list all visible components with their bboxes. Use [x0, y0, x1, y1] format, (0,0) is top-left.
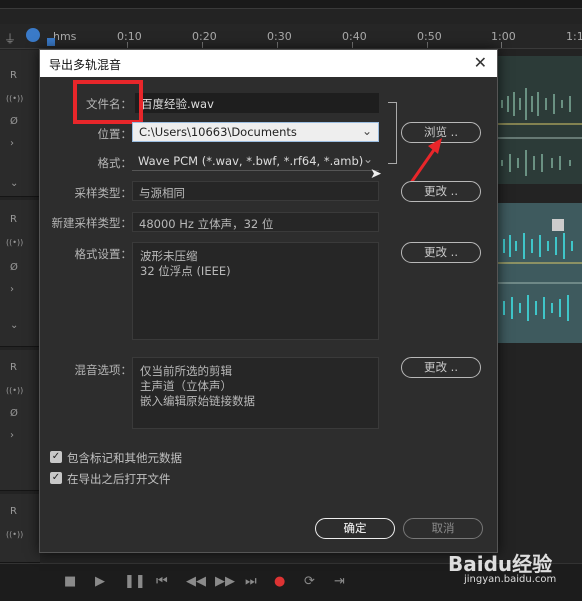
- timeline-label-2: 0:20: [192, 30, 217, 43]
- bracket-line: [388, 102, 397, 164]
- ok-button[interactable]: 确定: [315, 518, 395, 539]
- sample-type-label: 采样类型：: [74, 186, 133, 200]
- waveform: [496, 233, 582, 321]
- sample-type-value: 与源相同: [139, 186, 185, 200]
- new-sample-type-label: 新建采样类型：: [51, 216, 133, 230]
- timeline-label-4: 0:40: [342, 30, 367, 43]
- phase-icon[interactable]: Ø: [10, 408, 18, 419]
- mix-options-line: 嵌入编辑原始链接数据: [140, 394, 255, 408]
- new-sample-type-value: 48000 Hz 立体声，32 位: [139, 217, 274, 231]
- clip-fx-icon[interactable]: [552, 219, 564, 231]
- mix-options-line: 主声道（立体声）: [140, 379, 232, 393]
- input-monitor-icon[interactable]: ((•)): [6, 530, 23, 539]
- play-icon[interactable]: ▶: [95, 574, 105, 589]
- record-toggle[interactable]: R: [10, 362, 17, 373]
- watermark-url: jingyan.baidu.com: [464, 574, 557, 585]
- collapse-icon[interactable]: ⌄: [10, 320, 18, 331]
- format-settings-line: 32 位浮点 (IEEE): [140, 264, 231, 278]
- record-toggle[interactable]: R: [10, 70, 17, 81]
- chevron-down-icon: ⌄: [362, 152, 373, 166]
- include-markers-checkbox[interactable]: ✓: [50, 451, 62, 463]
- chevron-down-icon: ⌄: [361, 124, 372, 138]
- track-header-4[interactable]: R ((•)): [0, 494, 40, 563]
- record-icon[interactable]: ●: [274, 574, 285, 589]
- annotation-highlight-box: [73, 80, 143, 124]
- mix-options-box: 仅当前所选的剪辑 主声道（立体声） 嵌入编辑原始链接数据: [132, 357, 379, 429]
- playhead-marker[interactable]: [47, 38, 55, 46]
- expand-icon[interactable]: ›: [10, 430, 14, 441]
- mix-options-line: 仅当前所选的剪辑: [140, 364, 232, 378]
- loop-icon[interactable]: ⟳: [304, 574, 315, 589]
- snap-icon[interactable]: [26, 28, 40, 42]
- timeline-label-0: hms: [53, 30, 77, 43]
- timeline-ruler[interactable]: ⏚ hms 0:10 0:20 0:30 0:40 0:50 1:00 1:10: [0, 24, 582, 49]
- input-monitor-icon[interactable]: ((•)): [6, 94, 23, 103]
- sample-type-field: 与源相同: [132, 181, 379, 201]
- timeline-label-1: 0:10: [117, 30, 142, 43]
- format-dropdown[interactable]: Wave PCM (*.wav, *.bwf, *.rf64, *.amb) ⌄: [132, 151, 379, 171]
- include-markers-label: 包含标记和其他元数据: [67, 451, 182, 465]
- format-settings-change-button[interactable]: 更改 ..: [401, 242, 481, 263]
- input-monitor-icon[interactable]: ((•)): [6, 238, 23, 247]
- dialog-titlebar: 导出多轨混音 ✕: [40, 50, 497, 77]
- skip-back-icon[interactable]: ⏮: [156, 574, 168, 589]
- track-header-3[interactable]: R ((•)) Ø ›: [0, 350, 40, 491]
- close-icon[interactable]: ✕: [474, 53, 487, 72]
- open-after-export-checkbox[interactable]: ✓: [50, 472, 62, 484]
- phase-icon[interactable]: Ø: [10, 116, 18, 127]
- location-dropdown[interactable]: C:\Users\10663\Documents ⌄: [132, 122, 379, 142]
- track-header-2[interactable]: R ((•)) Ø › ⌄: [0, 200, 40, 347]
- mix-options-label: 混音选项：: [74, 363, 133, 377]
- watermark-brand: Baidu经验: [448, 552, 553, 576]
- format-label: 格式：: [97, 156, 133, 170]
- record-toggle[interactable]: R: [10, 506, 17, 517]
- pause-icon[interactable]: ❚❚: [124, 574, 146, 589]
- record-toggle[interactable]: R: [10, 214, 17, 225]
- expand-icon[interactable]: ›: [10, 284, 14, 295]
- audio-clip-2[interactable]: [496, 203, 582, 343]
- format-settings-line: 波形未压缩: [140, 249, 198, 263]
- timeline-label-6: 1:00: [491, 30, 516, 43]
- track-header-1[interactable]: R ((•)) Ø › ⌄: [0, 50, 40, 197]
- mix-options-change-button[interactable]: 更改 ..: [401, 357, 481, 378]
- skip-forward-icon[interactable]: ⏭: [245, 574, 257, 589]
- location-value: C:\Users\10663\Documents: [139, 125, 297, 139]
- input-monitor-icon[interactable]: ((•)): [6, 386, 23, 395]
- lock-icon[interactable]: ⏚: [4, 30, 16, 47]
- filename-value: 百度经验.wav: [141, 97, 214, 111]
- skip-icon[interactable]: ⇥: [334, 574, 345, 589]
- format-settings-box: 波形未压缩 32 位浮点 (IEEE): [132, 242, 379, 340]
- mouse-cursor-icon: ➤: [370, 166, 382, 182]
- expand-icon[interactable]: ›: [10, 138, 14, 149]
- location-label: 位置：: [97, 127, 133, 141]
- collapse-icon[interactable]: ⌄: [10, 178, 18, 189]
- new-sample-type-field: 48000 Hz 立体声，32 位: [132, 212, 379, 232]
- filename-field[interactable]: 百度经验.wav: [135, 93, 379, 113]
- waveform: [496, 88, 582, 176]
- cancel-button[interactable]: 取消: [403, 518, 483, 539]
- phase-icon[interactable]: Ø: [10, 262, 18, 273]
- open-after-export-label: 在导出之后打开文件: [67, 472, 171, 486]
- format-settings-label: 格式设置：: [74, 247, 133, 261]
- fast-forward-icon[interactable]: ▶▶: [215, 574, 235, 589]
- format-value: Wave PCM (*.wav, *.bwf, *.rf64, *.amb): [138, 154, 364, 168]
- dialog-title: 导出多轨混音: [49, 58, 122, 72]
- sample-type-change-button[interactable]: 更改 ..: [401, 181, 481, 202]
- stop-icon[interactable]: ■: [64, 574, 76, 589]
- audio-clip-1[interactable]: [496, 56, 582, 184]
- timeline-label-7: 1:10: [566, 30, 582, 43]
- timeline-label-3: 0:30: [267, 30, 292, 43]
- export-multitrack-dialog: 导出多轨混音 ✕ 文件名： 百度经验.wav 位置： C:\Users\1066…: [39, 49, 498, 553]
- rewind-icon[interactable]: ◀◀: [186, 574, 206, 589]
- timeline-label-5: 0:50: [417, 30, 442, 43]
- app-top-bar: [0, 0, 582, 9]
